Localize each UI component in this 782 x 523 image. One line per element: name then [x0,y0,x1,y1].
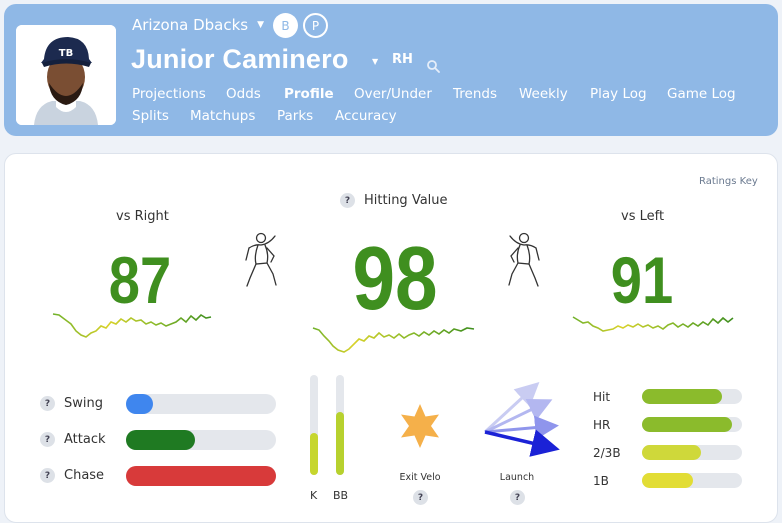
attack-help-icon[interactable]: ? [40,432,55,447]
attack-bar [126,430,276,450]
hit-bar-fill [642,389,722,404]
nav-matchups[interactable]: Matchups [190,108,255,124]
nav-parks[interactable]: Parks [277,108,313,124]
chase-metric: ? Chase [40,468,104,483]
chase-bar [126,466,276,486]
nav-projections[interactable]: Projections [132,86,206,102]
vs-left-label: vs Left [621,209,665,224]
hr-bar [642,417,742,432]
chase-bar-fill [126,466,276,486]
bb-rate-bar-fill [336,412,344,475]
hr-label: HR [593,418,611,432]
hitting-value-help-icon[interactable]: ? [340,193,355,208]
swing-help-icon[interactable]: ? [40,396,55,411]
player-header: TB Arizona Dbacks ▼ B P Junior Caminero … [4,4,778,136]
vs-right-trend-line [52,313,212,338]
handedness-label: RH [392,52,413,67]
swing-bar [126,394,276,414]
launch-label: Launch [499,472,535,483]
extra-base-bar-fill [642,445,701,460]
vs-left-trend-line [572,316,734,332]
svg-text:TB: TB [59,48,73,59]
hr-bar-fill [642,417,732,432]
exit-velo-label: Exit Velo [399,472,441,483]
player-name[interactable]: Junior Caminero [131,44,349,75]
hitting-value-header: ? Hitting Value [340,193,448,208]
chevron-down-icon: ▼ [257,20,265,30]
nav-weekly[interactable]: Weekly [519,86,568,102]
vs-right-label: vs Right [116,209,169,224]
chase-help-icon[interactable]: ? [40,468,55,483]
left-pitcher-icon [502,230,544,292]
nav-trends[interactable]: Trends [453,86,497,102]
nav-accuracy[interactable]: Accuracy [335,108,397,124]
hitting-value-trend-line [312,327,475,353]
swing-label: Swing [64,396,103,411]
single-bar-fill [642,473,693,488]
swing-bar-fill [126,394,153,414]
single-label: 1B [593,474,609,488]
bb-rate-bar [336,375,344,475]
team-selector[interactable]: Arizona Dbacks ▼ [132,16,264,34]
nav-game-log[interactable]: Game Log [667,86,736,102]
k-rate-bar-fill [310,433,318,475]
nav-profile[interactable]: Profile [284,86,334,102]
search-icon[interactable] [426,58,440,77]
launch-angle-arrows-icon [479,380,563,464]
nav-splits[interactable]: Splits [132,108,169,124]
hit-label: Hit [593,390,611,404]
bb-rate-label: BB [333,489,349,502]
player-photo: TB [16,25,116,125]
hitting-value-label: Hitting Value [364,193,448,208]
player-chevron-down-icon[interactable]: ▼ [372,57,378,66]
vs-left-rating: 91 [610,243,674,317]
ratings-key-link[interactable]: Ratings Key [699,176,758,187]
profile-card: Ratings Key ? Hitting Value 98 vs Right … [4,153,778,523]
swing-metric: ? Swing [40,396,103,411]
chase-label: Chase [64,468,105,483]
k-rate-label: K [310,489,318,502]
exit-velo-help-icon[interactable]: ? [413,487,428,506]
nav-odds[interactable]: Odds [226,86,261,102]
hitting-value-rating: 98 [352,229,438,329]
single-bar [642,473,742,488]
nav-play-log[interactable]: Play Log [590,86,647,102]
attack-bar-fill [126,430,195,450]
extra-base-label: 2/3B [593,446,621,460]
nav-over-under[interactable]: Over/Under [354,86,432,102]
exit-velo-star-icon [397,403,443,453]
extra-base-bar [642,445,742,460]
pitcher-toggle[interactable]: P [303,13,328,38]
attack-label: Attack [64,432,106,447]
launch-help-icon[interactable]: ? [510,487,525,506]
hit-bar [642,389,742,404]
vs-right-rating: 87 [108,243,172,317]
team-name: Arizona Dbacks [132,16,249,34]
attack-metric: ? Attack [40,432,106,447]
k-rate-bar [310,375,318,475]
right-pitcher-icon [241,230,283,292]
batter-toggle[interactable]: B [273,13,298,38]
